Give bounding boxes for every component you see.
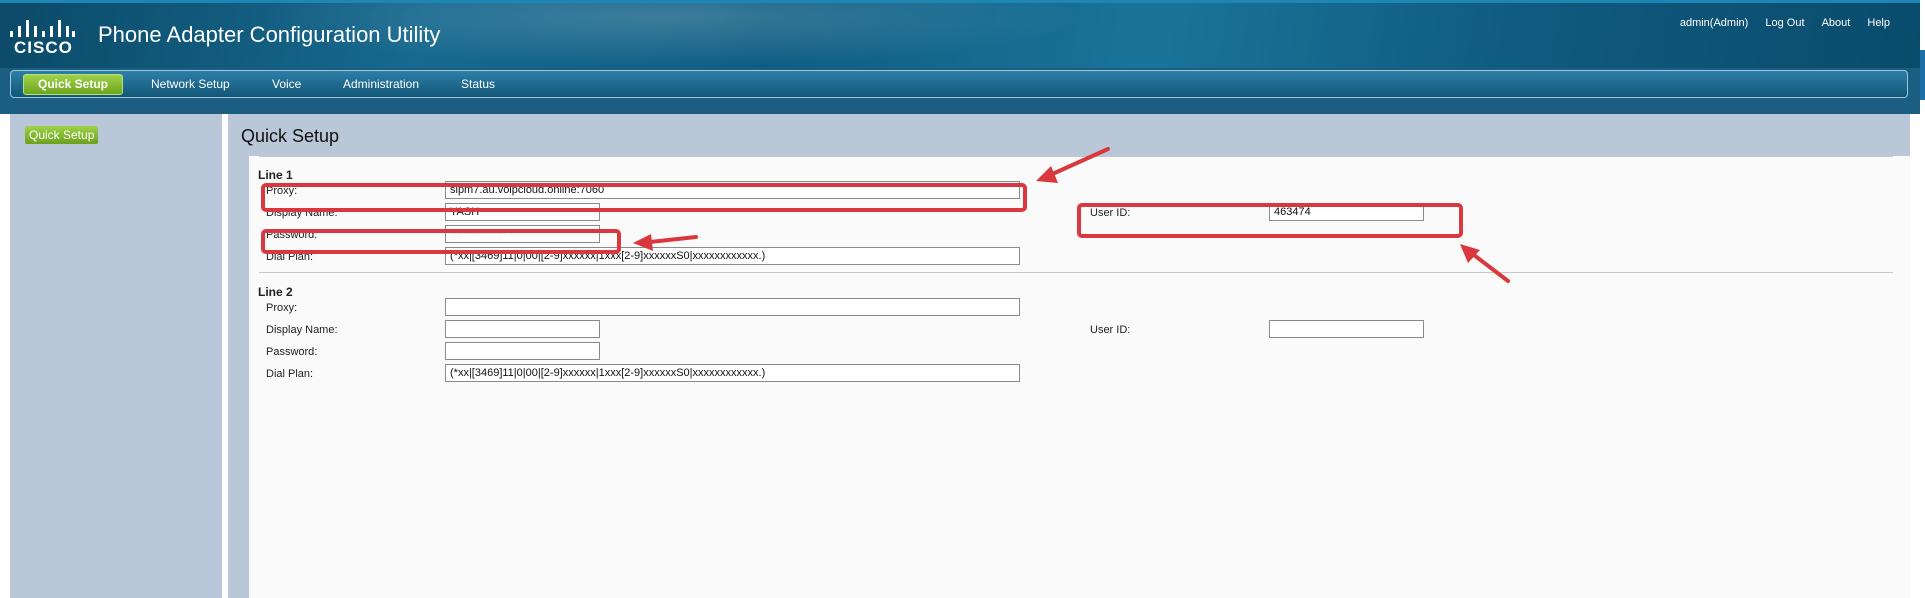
annotation-arrows <box>633 147 1510 283</box>
app-window: CISCO Phone Adapter Configuration Utilit… <box>0 0 1925 598</box>
arrow-icon <box>648 147 1510 283</box>
